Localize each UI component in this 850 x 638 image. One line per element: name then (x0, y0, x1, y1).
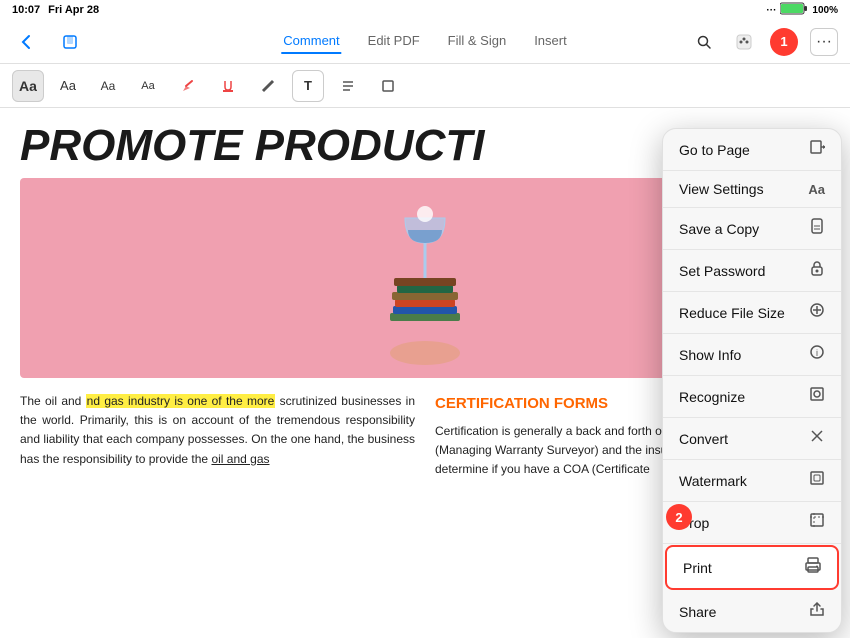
menu-item-goto-label: Go to Page (679, 142, 750, 158)
text-btn[interactable]: T (292, 70, 324, 102)
battery-indicator (780, 2, 808, 18)
recognize-icon (809, 386, 825, 407)
menu-item-reduce-label: Reduce File Size (679, 305, 785, 321)
menu-item-setpassword-label: Set Password (679, 263, 765, 279)
menu-item-setpassword[interactable]: Set Password (663, 250, 841, 292)
menu-item-print[interactable]: Print (665, 545, 839, 590)
font-btn-4[interactable]: Aa (132, 70, 164, 102)
menu-item-showinfo-label: Show Info (679, 347, 741, 363)
nav-left (12, 28, 84, 56)
underline-btn[interactable] (212, 70, 244, 102)
menu-item-recognize[interactable]: Recognize (663, 376, 841, 418)
more-icon: ··· (816, 33, 832, 51)
tab-comment[interactable]: Comment (281, 29, 341, 54)
menu-item-showinfo[interactable]: Show Info i (663, 334, 841, 376)
savecopy-icon (809, 218, 825, 239)
status-left: 10:07 Fri Apr 28 (12, 4, 99, 16)
svg-text:i: i (816, 348, 818, 358)
menu-item-convert-label: Convert (679, 431, 728, 447)
tab-edit-pdf[interactable]: Edit PDF (366, 29, 422, 54)
badge-2-circle: 2 (666, 504, 692, 530)
menu-item-watermark[interactable]: Watermark (663, 460, 841, 502)
back-button[interactable] (12, 28, 40, 56)
share-icon (809, 601, 825, 622)
lines-btn[interactable] (332, 70, 364, 102)
pen-btn[interactable] (252, 70, 284, 102)
share-nav-button[interactable] (730, 28, 758, 56)
reduce-icon (809, 302, 825, 323)
showinfo-icon: i (809, 344, 825, 365)
goto-icon (809, 139, 825, 160)
nav-bar: Comment Edit PDF Fill & Sign Insert 1 ··… (0, 20, 850, 64)
menu-item-convert[interactable]: Convert (663, 418, 841, 460)
menu-item-print-label: Print (683, 560, 712, 576)
font-btn-3[interactable]: Aa (92, 70, 124, 102)
menu-item-savecopy-label: Save a Copy (679, 221, 759, 237)
shape-btn[interactable] (372, 70, 404, 102)
print-icon (805, 557, 821, 578)
tab-insert[interactable]: Insert (532, 29, 569, 54)
menu-item-recognize-label: Recognize (679, 389, 745, 405)
menu-item-share[interactable]: Share (663, 591, 841, 632)
menu-item-reduce[interactable]: Reduce File Size (663, 292, 841, 334)
status-day: Fri Apr 28 (48, 4, 99, 16)
status-dots: ··· (766, 5, 776, 16)
status-right: ··· 100% (766, 2, 838, 18)
highlight-btn[interactable] (172, 70, 204, 102)
menu-item-goto[interactable]: Go to Page (663, 129, 841, 171)
crop-icon (809, 512, 825, 533)
text-before-highlight: The oil and (20, 394, 86, 408)
menu-item-viewsettings[interactable]: View Settings Aa (663, 171, 841, 208)
content-area: PROMOTE PRODUCTI (0, 108, 850, 638)
menu-item-share-label: Share (679, 604, 716, 620)
status-bar: 10:07 Fri Apr 28 ··· 100% (0, 0, 850, 20)
badge-1[interactable]: 1 (770, 28, 798, 56)
pdf-col-left: The oil and nd gas industry is one of th… (20, 392, 415, 480)
more-button[interactable]: ··· (810, 28, 838, 56)
font-btn-1[interactable]: Aa (12, 70, 44, 102)
font-btn-2[interactable]: Aa (52, 70, 84, 102)
tab-fill-sign[interactable]: Fill & Sign (446, 29, 509, 54)
home-button[interactable] (56, 28, 84, 56)
search-button[interactable] (690, 28, 718, 56)
status-time: 10:07 (12, 4, 40, 16)
viewsettings-icon: Aa (808, 182, 825, 197)
nav-right: 1 ··· (690, 28, 838, 56)
convert-icon (809, 428, 825, 449)
highlighted-text: nd gas industry is one of the more (86, 394, 276, 408)
battery-pct: 100% (812, 5, 838, 16)
nav-tabs: Comment Edit PDF Fill & Sign Insert (281, 29, 568, 54)
menu-item-viewsettings-label: View Settings (679, 181, 764, 197)
dropdown-menu: Go to Page View Settings Aa Save a Copy … (662, 128, 842, 633)
setpassword-icon (809, 260, 825, 281)
menu-item-watermark-label: Watermark (679, 473, 747, 489)
menu-item-savecopy[interactable]: Save a Copy (663, 208, 841, 250)
watermark-icon (809, 470, 825, 491)
toolbar: Aa Aa Aa Aa T (0, 64, 850, 108)
